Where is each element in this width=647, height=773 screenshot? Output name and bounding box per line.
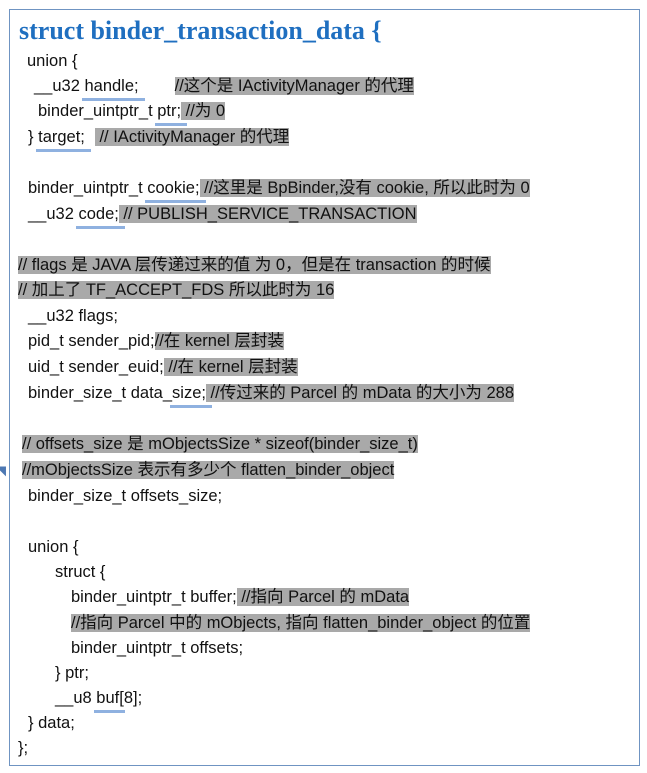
- ptr-comment: //为 0: [181, 102, 226, 120]
- objects-comment: //指向 Parcel 中的 mObjects, 指向 flatten_bind…: [71, 614, 531, 632]
- datasize-name: size;: [170, 384, 212, 408]
- offsets-decl: binder_size_t offsets_size;: [28, 487, 223, 505]
- union-open: union {: [27, 50, 77, 72]
- data-close-text: } data;: [28, 714, 75, 732]
- pid-line: pid_t sender_pid;//在 kernel 层封装: [28, 330, 284, 352]
- ptr-close: } ptr;: [55, 662, 89, 684]
- ptr-type: binder_uintptr_t: [38, 102, 158, 120]
- offsets-comment-2: //mObjectsSize 表示有多少个 flatten_binder_obj…: [22, 459, 395, 481]
- target-close: }: [28, 128, 39, 146]
- union2-open: union {: [28, 536, 78, 558]
- target-comment: // IActivityManager 的代理: [94, 128, 290, 146]
- pid-comment: //在 kernel 层封装: [154, 332, 284, 350]
- handle-type: __u32: [34, 77, 85, 95]
- flags-comment-2-text: // 加上了 TF_ACCEPT_FDS 所以此时为 16: [18, 281, 335, 299]
- datasize-comment: //传过来的 Parcel 的 mData 的大小为 288: [205, 384, 515, 402]
- buf-line: __u8 buf[8];: [55, 687, 143, 713]
- offsets-comment-1: // offsets_size 是 mObjectsSize * sizeof(…: [22, 433, 418, 455]
- ptr-name: ptr;: [155, 102, 187, 126]
- flags-line: __u32 flags;: [28, 305, 118, 327]
- buf-suffix: [8];: [119, 689, 143, 707]
- cookie-type: binder_uintptr_t: [28, 179, 148, 197]
- data-close: } data;: [28, 712, 75, 734]
- datasize-line: binder_size_t data_size; //传过来的 Parcel 的…: [28, 382, 515, 408]
- offsets-comment-2-text: //mObjectsSize 表示有多少个 flatten_binder_obj…: [22, 461, 395, 479]
- datasize-type: binder_size_t data_: [28, 384, 173, 402]
- offsets-ptr-decl: binder_uintptr_t offsets;: [71, 639, 244, 657]
- target-name: target;: [36, 128, 91, 152]
- euid-decl: uid_t sender_euid;: [28, 358, 164, 376]
- code-comment: // PUBLISH_SERVICE_TRANSACTION: [118, 205, 417, 223]
- cookie-name: cookie;: [145, 179, 206, 203]
- flags-comment-1: // flags 是 JAVA 层传递过来的值 为 0，但是在 transact…: [18, 254, 491, 276]
- struct-open: struct {: [55, 561, 105, 583]
- buf-type: __u8: [55, 689, 97, 707]
- cookie-line: binder_uintptr_t cookie; //这里是 BpBinder,…: [28, 177, 530, 203]
- euid-comment: //在 kernel 层封装: [163, 358, 298, 376]
- struct-close-text: };: [18, 739, 29, 757]
- flags-decl: __u32 flags;: [28, 307, 118, 325]
- code-name: code;: [76, 205, 126, 229]
- objects-comment-line: //指向 Parcel 中的 mObjects, 指向 flatten_bind…: [71, 612, 531, 634]
- handle-comment: //这个是 IActivityManager 的代理: [174, 77, 414, 95]
- buf-name: buf: [94, 689, 126, 713]
- buffer-line: binder_uintptr_t buffer; //指向 Parcel 的 m…: [71, 586, 410, 608]
- flags-comment-1-text: // flags 是 JAVA 层传递过来的值 为 0，但是在 transact…: [18, 256, 491, 274]
- code-line: __u32 code; // PUBLISH_SERVICE_TRANSACTI…: [28, 203, 417, 229]
- ptr-line: binder_uintptr_t ptr; //为 0: [38, 100, 226, 126]
- flags-comment-2: // 加上了 TF_ACCEPT_FDS 所以此时为 16: [18, 279, 335, 301]
- euid-line: uid_t sender_euid; //在 kernel 层封装: [28, 356, 298, 378]
- offsets-ptr-line: binder_uintptr_t offsets;: [71, 637, 243, 659]
- handle-line: __u32 handle; //这个是 IActivityManager 的代理: [34, 75, 414, 101]
- pid-decl: pid_t sender_pid;: [28, 332, 155, 350]
- buffer-comment: //指向 Parcel 的 mData: [236, 588, 410, 606]
- target-line: } target; // IActivityManager 的代理: [28, 126, 290, 152]
- struct-close: };: [18, 737, 28, 759]
- union2-open-text: union {: [28, 538, 79, 556]
- ptr-close-text: } ptr;: [55, 664, 89, 682]
- cookie-comment: //这里是 BpBinder,没有 cookie, 所以此时为 0: [199, 179, 530, 197]
- union-open-text: union {: [27, 52, 78, 70]
- struct-title: struct binder_transaction_data {: [19, 16, 382, 45]
- offsets-line: binder_size_t offsets_size;: [28, 485, 222, 507]
- offsets-comment-1-text: // offsets_size 是 mObjectsSize * sizeof(…: [22, 435, 418, 453]
- struct-open-text: struct {: [55, 563, 106, 581]
- code-type: __u32: [28, 205, 79, 223]
- buffer-decl: binder_uintptr_t buffer;: [71, 588, 237, 606]
- handle-name: handle;: [82, 77, 145, 101]
